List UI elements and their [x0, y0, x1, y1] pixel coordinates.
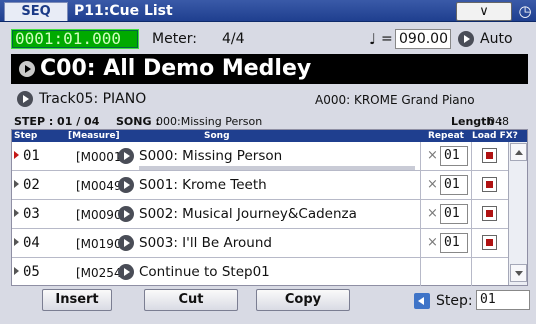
cut-button[interactable]: Cut: [144, 289, 238, 311]
song-select-button[interactable]: [118, 264, 134, 280]
cue-name: C00: All Demo Medley: [40, 56, 312, 81]
clock-icon[interactable]: ◷: [516, 2, 534, 21]
repeat-field[interactable]: 01: [440, 204, 468, 224]
scroll-up-arrow-icon[interactable]: [510, 143, 527, 161]
column-repeat: Repeat: [428, 131, 464, 141]
tempo-equals: =: [381, 31, 393, 47]
tempo-field[interactable]: 090.00: [395, 29, 451, 49]
quarter-note-icon: ♩: [369, 30, 377, 48]
chevron-down-icon: ∨: [479, 4, 489, 19]
divider: [420, 229, 421, 257]
length-value: 048: [488, 115, 509, 128]
repeat-field[interactable]: 01: [440, 233, 468, 253]
tempo-auto-label: Auto: [480, 31, 513, 47]
divider: [420, 142, 421, 170]
step-label: Step:: [436, 293, 473, 309]
step-caret-icon: [14, 267, 19, 275]
column-step: Step: [14, 131, 38, 141]
row-song: S002: Musical Journey&Cadenza: [139, 206, 357, 222]
meter-value: 4/4: [222, 31, 245, 47]
divider: [471, 229, 472, 257]
song-label: SONG :: [116, 115, 160, 128]
step-caret-icon: [14, 238, 19, 246]
table-header: Step [Measure] Song Repeat Load FX?: [12, 130, 527, 142]
page-title: P11:Cue List: [74, 3, 173, 19]
table-row[interactable]: 04 [M0190] S003: I'll Be Around × 01: [12, 229, 508, 258]
song-select-button[interactable]: [118, 235, 134, 251]
track-select-button[interactable]: [17, 91, 33, 107]
copy-button[interactable]: Copy: [256, 289, 350, 311]
current-song: 000:Missing Person: [156, 115, 263, 128]
meter-label: Meter:: [152, 31, 198, 47]
divider: [471, 171, 472, 199]
cue-list-table: Step [Measure] Song Repeat Load FX? 01 […: [11, 129, 528, 286]
row-song: Continue to Step01: [139, 264, 270, 280]
times-label: ×: [427, 206, 438, 221]
location-display[interactable]: 0001:01.000: [11, 29, 139, 49]
cue-select-button[interactable]: [19, 61, 35, 77]
column-load-fx: Load FX?: [472, 131, 518, 141]
repeat-field[interactable]: 01: [440, 175, 468, 195]
column-song: Song: [204, 131, 230, 141]
load-fx-checkbox[interactable]: [482, 206, 497, 221]
step-left-arrow-icon[interactable]: [414, 293, 430, 309]
repeat-field[interactable]: 01: [440, 146, 468, 166]
times-label: ×: [427, 148, 438, 163]
divider: [420, 258, 421, 286]
row-step: 01: [23, 148, 40, 164]
table-row[interactable]: 05 [M0254] Continue to Step01: [12, 258, 508, 287]
row-step: 04: [23, 235, 40, 251]
song-select-button[interactable]: [118, 148, 134, 164]
load-fx-checkbox[interactable]: [482, 148, 497, 163]
scroll-down-arrow-icon[interactable]: [510, 264, 527, 282]
page-menu-button[interactable]: ∨: [456, 2, 512, 21]
insert-button[interactable]: Insert: [42, 289, 112, 311]
row-step: 05: [23, 264, 40, 280]
divider: [471, 258, 472, 286]
table-row[interactable]: 03 [M0090] S002: Musical Journey&Cadenza…: [12, 200, 508, 229]
title-bar: SEQ P11:Cue List ∨ ◷: [0, 0, 536, 22]
step-field[interactable]: 01: [476, 290, 530, 310]
table-row[interactable]: 02 [M0049] S001: Krome Teeth × 01: [12, 171, 508, 200]
row-song: S001: Krome Teeth: [139, 177, 267, 193]
row-step: 03: [23, 206, 40, 222]
table-row[interactable]: 01 [M0001] S000: Missing Person × 01: [12, 142, 508, 171]
row-song: S000: Missing Person: [139, 148, 283, 164]
times-label: ×: [427, 235, 438, 250]
step-info-row: STEP : 01 / 04 SONG : 000:Missing Person…: [11, 115, 528, 129]
divider: [420, 171, 421, 199]
step-caret-icon: [14, 209, 19, 217]
step-caret-icon: [14, 180, 19, 188]
active-step-caret-icon: [14, 151, 19, 159]
mode-tab[interactable]: SEQ: [4, 2, 68, 21]
action-bar: Insert Cut Copy Step: 01: [0, 286, 536, 314]
step-count: STEP : 01 / 04: [14, 115, 100, 128]
tempo-auto-button[interactable]: [458, 31, 474, 47]
song-select-button[interactable]: [118, 206, 134, 222]
row-song: S003: I'll Be Around: [139, 235, 272, 251]
track-name: Track05: PIANO: [39, 91, 147, 107]
column-measure: [Measure]: [68, 131, 120, 141]
song-progress-bar: [139, 166, 415, 170]
load-fx-checkbox[interactable]: [482, 177, 497, 192]
song-select-button[interactable]: [118, 177, 134, 193]
divider: [471, 142, 472, 170]
vertical-scrollbar[interactable]: [508, 142, 527, 285]
divider: [471, 200, 472, 228]
times-label: ×: [427, 177, 438, 192]
program-name: A000: KROME Grand Piano: [315, 93, 475, 107]
load-fx-checkbox[interactable]: [482, 235, 497, 250]
row-step: 02: [23, 177, 40, 193]
divider: [420, 200, 421, 228]
